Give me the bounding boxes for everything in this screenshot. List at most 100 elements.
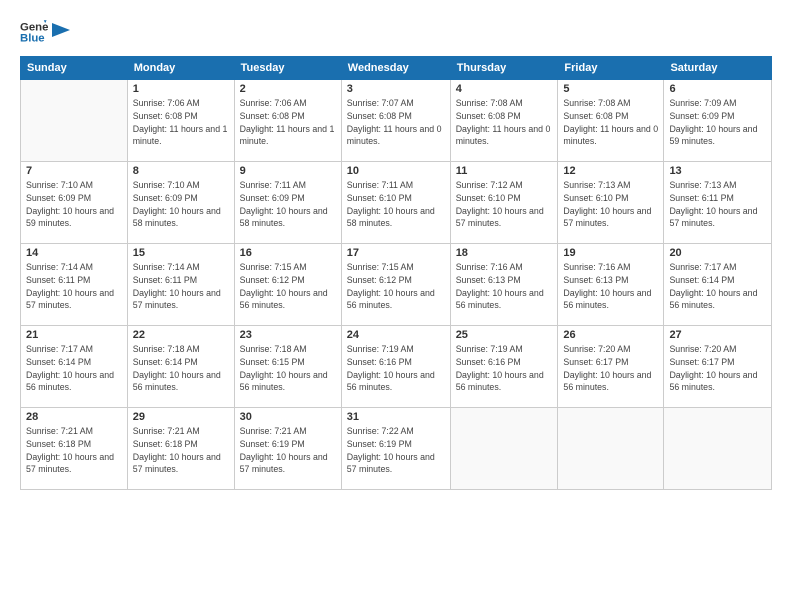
day-info: Sunrise: 7:22 AMSunset: 6:19 PMDaylight:… — [347, 425, 445, 476]
calendar-cell: 4 Sunrise: 7:08 AMSunset: 6:08 PMDaylight… — [450, 80, 558, 162]
day-info: Sunrise: 7:19 AMSunset: 6:16 PMDaylight:… — [347, 343, 445, 394]
day-info: Sunrise: 7:15 AMSunset: 6:12 PMDaylight:… — [347, 261, 445, 312]
day-info: Sunrise: 7:06 AMSunset: 6:08 PMDaylight:… — [240, 97, 336, 148]
calendar-cell: 8 Sunrise: 7:10 AMSunset: 6:09 PMDaylight… — [127, 162, 234, 244]
calendar-cell: 5 Sunrise: 7:08 AMSunset: 6:08 PMDaylight… — [558, 80, 664, 162]
calendar-cell: 7 Sunrise: 7:10 AMSunset: 6:09 PMDaylight… — [21, 162, 128, 244]
day-number: 9 — [240, 165, 336, 177]
day-number: 25 — [456, 329, 553, 341]
calendar-cell: 29 Sunrise: 7:21 AMSunset: 6:18 PMDayligh… — [127, 408, 234, 490]
calendar-week-4: 21 Sunrise: 7:17 AMSunset: 6:14 PMDayligh… — [21, 326, 772, 408]
day-number: 3 — [347, 83, 445, 95]
calendar-week-5: 28 Sunrise: 7:21 AMSunset: 6:18 PMDayligh… — [21, 408, 772, 490]
svg-text:Blue: Blue — [20, 33, 45, 45]
calendar-cell: 10Sunrise: 7:11 AMSunset: 6:10 PMDayligh… — [341, 162, 450, 244]
weekday-header-wednesday: Wednesday — [341, 57, 450, 80]
day-info: Sunrise: 7:16 AMSunset: 6:13 PMDaylight:… — [563, 261, 658, 312]
day-info: Sunrise: 7:14 AMSunset: 6:11 PMDaylight:… — [133, 261, 229, 312]
weekday-header-friday: Friday — [558, 57, 664, 80]
day-number: 10 — [347, 165, 445, 177]
day-info: Sunrise: 7:21 AMSunset: 6:19 PMDaylight:… — [240, 425, 336, 476]
calendar-cell: 13Sunrise: 7:13 AMSunset: 6:11 PMDayligh… — [664, 162, 772, 244]
day-info: Sunrise: 7:11 AMSunset: 6:09 PMDaylight:… — [240, 179, 336, 230]
day-number: 19 — [563, 247, 658, 259]
calendar-cell: 11 Sunrise: 7:12 AMSunset: 6:10 PMDayligh… — [450, 162, 558, 244]
calendar-week-2: 7 Sunrise: 7:10 AMSunset: 6:09 PMDaylight… — [21, 162, 772, 244]
weekday-header-thursday: Thursday — [450, 57, 558, 80]
calendar-cell: 1Sunrise: 7:06 AMSunset: 6:08 PMDaylight… — [127, 80, 234, 162]
calendar-cell: 25 Sunrise: 7:19 AMSunset: 6:16 PMDayligh… — [450, 326, 558, 408]
day-info: Sunrise: 7:19 AMSunset: 6:16 PMDaylight:… — [456, 343, 553, 394]
day-number: 14 — [26, 247, 122, 259]
calendar-cell: 15 Sunrise: 7:14 AMSunset: 6:11 PMDayligh… — [127, 244, 234, 326]
day-number: 5 — [563, 83, 658, 95]
day-number: 6 — [669, 83, 766, 95]
calendar-cell: 20Sunrise: 7:17 AMSunset: 6:14 PMDayligh… — [664, 244, 772, 326]
calendar-cell: 27 Sunrise: 7:20 AMSunset: 6:17 PMDayligh… — [664, 326, 772, 408]
calendar-week-1: 1Sunrise: 7:06 AMSunset: 6:08 PMDaylight… — [21, 80, 772, 162]
weekday-header-sunday: Sunday — [21, 57, 128, 80]
day-number: 8 — [133, 165, 229, 177]
calendar-week-3: 14 Sunrise: 7:14 AMSunset: 6:11 PMDayligh… — [21, 244, 772, 326]
calendar-cell: 3 Sunrise: 7:07 AMSunset: 6:08 PMDaylight… — [341, 80, 450, 162]
calendar-table: SundayMondayTuesdayWednesdayThursdayFrid… — [20, 56, 772, 490]
day-number: 2 — [240, 83, 336, 95]
day-number: 17 — [347, 247, 445, 259]
day-number: 31 — [347, 411, 445, 423]
day-info: Sunrise: 7:14 AMSunset: 6:11 PMDaylight:… — [26, 261, 122, 312]
day-number: 7 — [26, 165, 122, 177]
calendar-cell: 26 Sunrise: 7:20 AMSunset: 6:17 PMDayligh… — [558, 326, 664, 408]
calendar-cell — [558, 408, 664, 490]
day-info: Sunrise: 7:13 AMSunset: 6:10 PMDaylight:… — [563, 179, 658, 230]
calendar-cell: 24 Sunrise: 7:19 AMSunset: 6:16 PMDayligh… — [341, 326, 450, 408]
calendar-cell: 28 Sunrise: 7:21 AMSunset: 6:18 PMDayligh… — [21, 408, 128, 490]
day-info: Sunrise: 7:10 AMSunset: 6:09 PMDaylight:… — [133, 179, 229, 230]
weekday-header-saturday: Saturday — [664, 57, 772, 80]
calendar-cell: 19 Sunrise: 7:16 AMSunset: 6:13 PMDayligh… — [558, 244, 664, 326]
logo: General Blue — [20, 18, 70, 46]
day-info: Sunrise: 7:08 AMSunset: 6:08 PMDaylight:… — [456, 97, 553, 148]
day-number: 26 — [563, 329, 658, 341]
calendar-cell: 18Sunrise: 7:16 AMSunset: 6:13 PMDayligh… — [450, 244, 558, 326]
calendar-cell: 14 Sunrise: 7:14 AMSunset: 6:11 PMDayligh… — [21, 244, 128, 326]
calendar-cell: 22 Sunrise: 7:18 AMSunset: 6:14 PMDayligh… — [127, 326, 234, 408]
day-info: Sunrise: 7:08 AMSunset: 6:08 PMDaylight:… — [563, 97, 658, 148]
calendar-cell — [21, 80, 128, 162]
day-info: Sunrise: 7:18 AMSunset: 6:14 PMDaylight:… — [133, 343, 229, 394]
day-info: Sunrise: 7:09 AMSunset: 6:09 PMDaylight:… — [669, 97, 766, 148]
day-number: 11 — [456, 165, 553, 177]
day-number: 28 — [26, 411, 122, 423]
logo-icon: General Blue — [20, 18, 48, 46]
calendar-cell: 9 Sunrise: 7:11 AMSunset: 6:09 PMDaylight… — [234, 162, 341, 244]
calendar-cell: 21 Sunrise: 7:17 AMSunset: 6:14 PMDayligh… — [21, 326, 128, 408]
calendar-cell: 6 Sunrise: 7:09 AMSunset: 6:09 PMDaylight… — [664, 80, 772, 162]
day-info: Sunrise: 7:20 AMSunset: 6:17 PMDaylight:… — [669, 343, 766, 394]
day-number: 24 — [347, 329, 445, 341]
day-info: Sunrise: 7:12 AMSunset: 6:10 PMDaylight:… — [456, 179, 553, 230]
day-number: 22 — [133, 329, 229, 341]
day-info: Sunrise: 7:07 AMSunset: 6:08 PMDaylight:… — [347, 97, 445, 148]
day-info: Sunrise: 7:20 AMSunset: 6:17 PMDaylight:… — [563, 343, 658, 394]
calendar-cell: 23Sunrise: 7:18 AMSunset: 6:15 PMDayligh… — [234, 326, 341, 408]
day-number: 30 — [240, 411, 336, 423]
day-number: 4 — [456, 83, 553, 95]
day-number: 15 — [133, 247, 229, 259]
calendar-cell — [450, 408, 558, 490]
day-number: 12 — [563, 165, 658, 177]
calendar-cell: 2 Sunrise: 7:06 AMSunset: 6:08 PMDaylight… — [234, 80, 341, 162]
day-number: 21 — [26, 329, 122, 341]
day-info: Sunrise: 7:13 AMSunset: 6:11 PMDaylight:… — [669, 179, 766, 230]
day-number: 18 — [456, 247, 553, 259]
day-number: 27 — [669, 329, 766, 341]
day-info: Sunrise: 7:21 AMSunset: 6:18 PMDaylight:… — [133, 425, 229, 476]
day-info: Sunrise: 7:10 AMSunset: 6:09 PMDaylight:… — [26, 179, 122, 230]
calendar-page: General Blue SundayMondayTuesdayWednesda… — [0, 0, 792, 612]
day-info: Sunrise: 7:15 AMSunset: 6:12 PMDaylight:… — [240, 261, 336, 312]
day-number: 29 — [133, 411, 229, 423]
page-header: General Blue — [20, 18, 772, 46]
day-info: Sunrise: 7:21 AMSunset: 6:18 PMDaylight:… — [26, 425, 122, 476]
logo-arrow-icon — [52, 19, 70, 41]
day-info: Sunrise: 7:17 AMSunset: 6:14 PMDaylight:… — [26, 343, 122, 394]
weekday-header-tuesday: Tuesday — [234, 57, 341, 80]
svg-text:General: General — [20, 21, 48, 33]
